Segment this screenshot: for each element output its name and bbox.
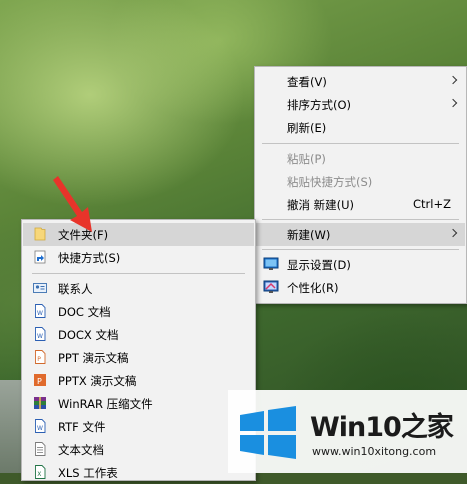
watermark: Win10之家 www.win10xitong.com: [228, 390, 467, 473]
annotation-arrow-icon: [53, 176, 92, 232]
menu-item-paste-shortcut-label: 粘贴快捷方式(S): [287, 175, 373, 189]
submenu-item-shortcut-label: 快捷方式(S): [58, 251, 121, 265]
submenu-item-ppt[interactable]: P PPT 演示文稿: [23, 346, 254, 369]
desktop-context-menu: 查看(V) 排序方式(O) 刷新(E) 粘贴(P) 粘贴快捷方式(S) 撤消 新…: [254, 66, 467, 304]
monitor-icon: [263, 257, 279, 270]
submenu-item-text-label: 文本文档: [58, 443, 104, 457]
submenu-item-xls-label: XLS 工作表: [58, 466, 118, 480]
submenu-item-pptx-label: PPTX 演示文稿: [58, 374, 137, 388]
word-document-icon: W: [35, 304, 46, 318]
folder-icon: [34, 227, 46, 241]
menu-item-refresh[interactable]: 刷新(E): [256, 116, 465, 139]
submenu-item-contact-label: 联系人: [58, 282, 93, 296]
menu-separator: [262, 249, 459, 250]
powerpoint-icon: P: [34, 374, 46, 386]
submenu-item-shortcut[interactable]: 快捷方式(S): [23, 246, 254, 269]
menu-item-new[interactable]: 新建(W): [256, 223, 465, 246]
menu-separator: [262, 143, 459, 144]
menu-item-view-label: 查看(V): [287, 75, 327, 89]
submenu-item-winrar[interactable]: WinRAR 压缩文件: [23, 392, 254, 415]
submenu-item-rtf-label: RTF 文件: [58, 420, 106, 434]
menu-separator: [32, 273, 245, 274]
menu-item-personalize[interactable]: 个性化(R): [256, 276, 465, 299]
menu-item-view[interactable]: 查看(V): [256, 70, 465, 93]
chevron-right-icon: [448, 228, 458, 238]
svg-text:W: W: [37, 425, 43, 432]
svg-text:X: X: [37, 471, 41, 478]
watermark-title: Win10之家: [310, 412, 454, 443]
svg-text:W: W: [37, 310, 43, 317]
winrar-archive-icon: [34, 397, 46, 409]
menu-item-sort-by[interactable]: 排序方式(O): [256, 93, 465, 116]
menu-item-paste-shortcut[interactable]: 粘贴快捷方式(S): [256, 170, 465, 193]
text-document-icon: [35, 442, 46, 456]
powerpoint-icon: P: [35, 350, 46, 364]
windows-logo-icon: [240, 406, 296, 459]
submenu-item-docx-label: DOCX 文档: [58, 328, 119, 342]
submenu-item-doc-label: DOC 文档: [58, 305, 111, 319]
submenu-item-contact[interactable]: 联系人: [23, 277, 254, 300]
submenu-item-winrar-label: WinRAR 压缩文件: [58, 397, 153, 411]
menu-item-sort-by-label: 排序方式(O): [287, 98, 352, 112]
rtf-document-icon: W: [35, 419, 46, 433]
svg-text:P: P: [37, 377, 42, 386]
submenu-item-doc[interactable]: W DOC 文档: [23, 300, 254, 323]
excel-icon: X: [35, 465, 46, 479]
menu-item-paste-label: 粘贴(P): [287, 152, 326, 166]
menu-item-display-settings[interactable]: 显示设置(D): [256, 253, 465, 276]
submenu-item-ppt-label: PPT 演示文稿: [58, 351, 129, 365]
personalize-icon: [263, 280, 279, 293]
new-submenu: 文件夹(F) 快捷方式(S) 联系人 W DOC 文档 W DOCX 文档 P …: [21, 219, 256, 481]
svg-text:P: P: [37, 356, 41, 363]
watermark-url: www.win10xitong.com: [312, 445, 437, 458]
svg-text:W: W: [37, 333, 43, 340]
chevron-right-icon: [448, 75, 458, 85]
chevron-right-icon: [448, 98, 458, 108]
menu-item-undo-new-label: 撤消 新建(U): [287, 198, 355, 212]
shortcut-icon: [34, 250, 46, 264]
menu-item-refresh-label: 刷新(E): [287, 121, 327, 135]
menu-separator: [262, 219, 459, 220]
submenu-item-text[interactable]: 文本文档: [23, 438, 254, 461]
menu-item-display-settings-label: 显示设置(D): [287, 258, 351, 272]
menu-item-undo-new[interactable]: 撤消 新建(U) Ctrl+Z: [256, 193, 465, 216]
menu-item-new-label: 新建(W): [287, 228, 331, 242]
shortcut-text: Ctrl+Z: [413, 197, 451, 211]
submenu-item-rtf[interactable]: W RTF 文件: [23, 415, 254, 438]
contact-card-icon: [33, 283, 47, 293]
submenu-item-docx[interactable]: W DOCX 文档: [23, 323, 254, 346]
word-document-icon: W: [35, 327, 46, 341]
menu-item-personalize-label: 个性化(R): [287, 281, 339, 295]
menu-item-paste[interactable]: 粘贴(P): [256, 147, 465, 170]
submenu-item-pptx[interactable]: P PPTX 演示文稿: [23, 369, 254, 392]
